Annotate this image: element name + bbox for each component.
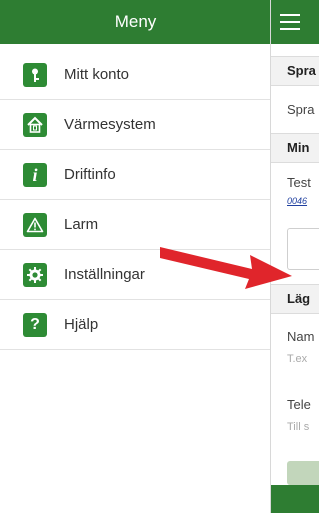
- section-text: Test: [287, 175, 311, 190]
- menu-item-label: Mitt konto: [64, 66, 130, 83]
- section-heading: Spra: [271, 56, 319, 86]
- phone-input[interactable]: Till s: [271, 418, 319, 436]
- house-icon: [23, 112, 47, 137]
- menu-item-varmesystem[interactable]: Värmesystem: [0, 100, 271, 150]
- menu-item-driftinfo[interactable]: i Driftinfo: [0, 150, 271, 200]
- menu-item-hjalp[interactable]: ? Hjälp: [0, 300, 271, 350]
- warning-icon: [23, 212, 47, 237]
- menu-item-label: Hjälp: [64, 316, 99, 333]
- hamburger-menu-icon[interactable]: [280, 14, 300, 30]
- menu-item-label: Värmesystem: [64, 116, 156, 133]
- account-link[interactable]: 0046: [271, 193, 319, 207]
- content-header: [271, 0, 319, 44]
- content-footer: [271, 485, 319, 513]
- menu-title: Meny: [114, 12, 157, 31]
- section-text: Spra: [287, 102, 315, 117]
- question-icon: ?: [23, 312, 47, 337]
- menu-item-label: Larm: [64, 216, 99, 233]
- name-field-label: Nam: [287, 329, 315, 344]
- annotation-arrow: [160, 247, 292, 289]
- menu-header: Meny: [0, 0, 271, 44]
- phone-field-label: Tele: [287, 397, 311, 412]
- save-button[interactable]: [287, 461, 319, 485]
- menu-item-mitt-konto[interactable]: Mitt konto: [0, 50, 271, 100]
- info-icon: i: [23, 162, 47, 187]
- name-input[interactable]: T.ex: [271, 350, 319, 368]
- account-link-text[interactable]: 0046: [287, 196, 307, 206]
- menu-item-label: Driftinfo: [64, 166, 116, 183]
- section-heading: Min: [271, 133, 319, 163]
- gear-icon: [23, 262, 47, 287]
- key-icon: [23, 62, 47, 87]
- menu-item-label: Inställningar: [64, 266, 145, 283]
